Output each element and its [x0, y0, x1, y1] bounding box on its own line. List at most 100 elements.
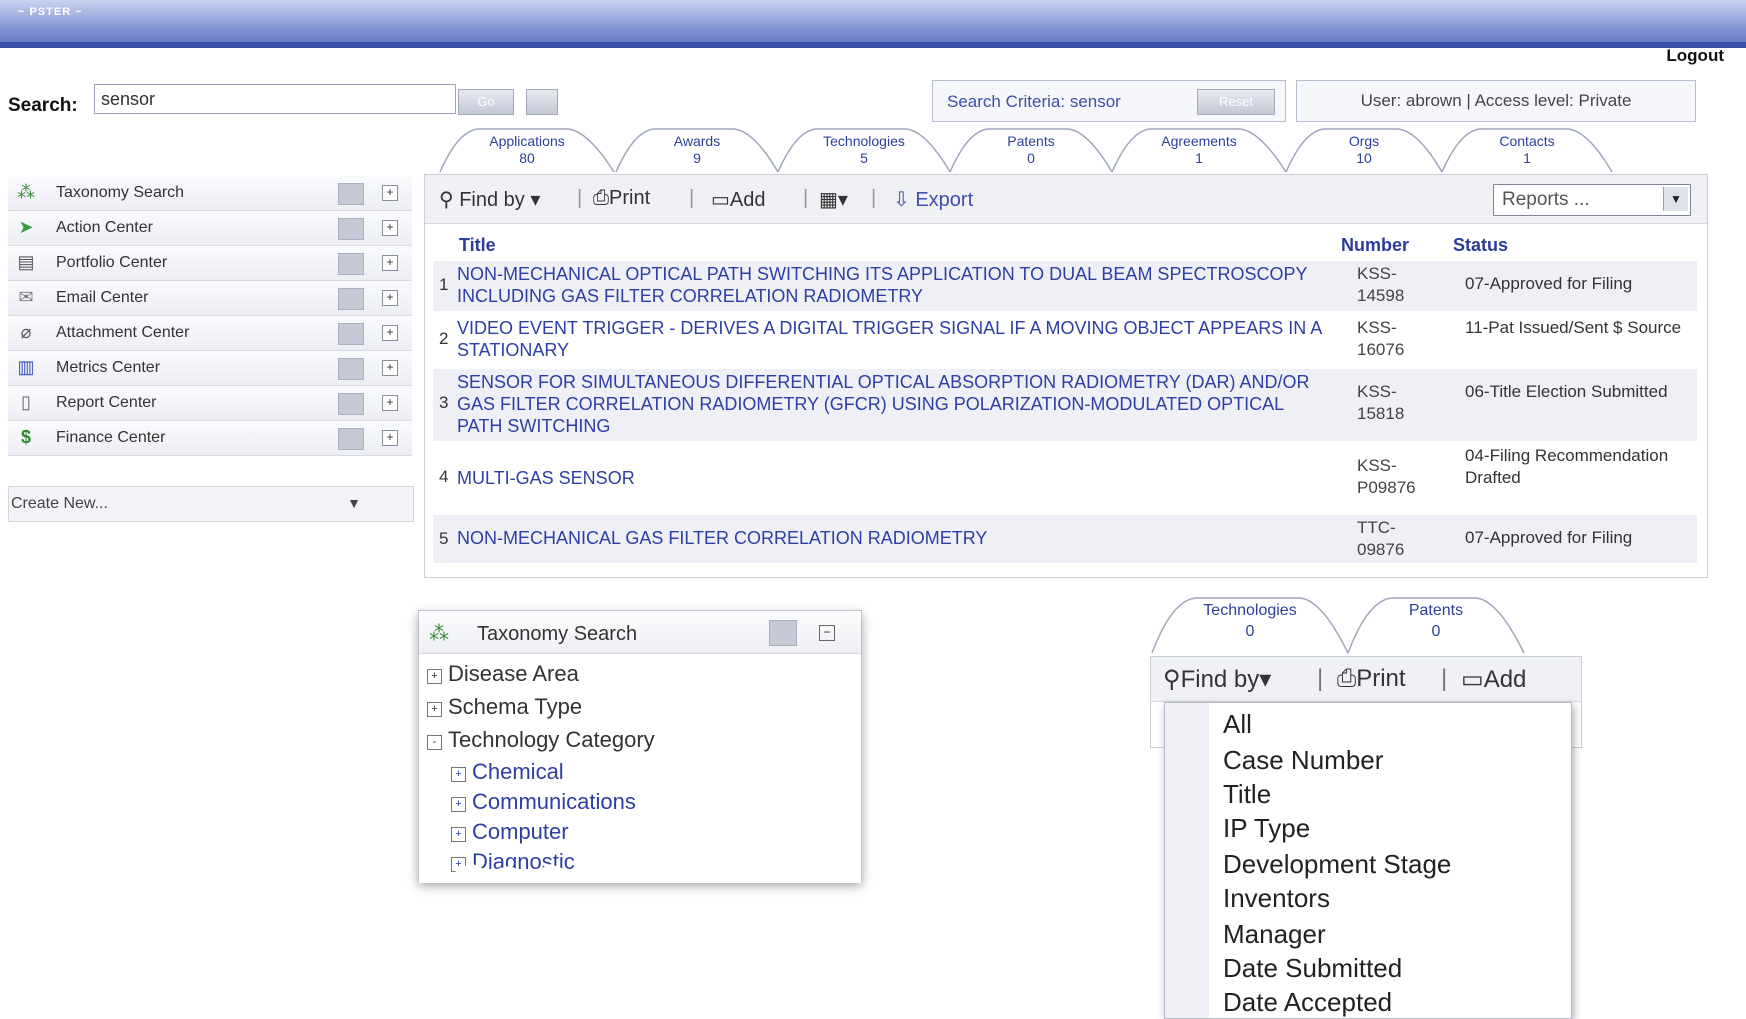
- add-label: Add: [1483, 666, 1527, 693]
- reports-select[interactable]: Reports ... ▼: [1493, 184, 1691, 216]
- expand-icon[interactable]: +: [382, 290, 398, 306]
- tab-count: 10: [1356, 150, 1372, 166]
- search-label: Search:: [8, 95, 78, 116]
- expand-icon[interactable]: +: [382, 360, 398, 376]
- expand-icon[interactable]: +: [382, 395, 398, 411]
- row-title-link[interactable]: SENSOR FOR SIMULTANEOUS DIFFERENTIAL OPT…: [457, 371, 1327, 437]
- tree-expander-icon[interactable]: +: [451, 827, 466, 842]
- taxonomy-popup-header: ⁂ Taxonomy Search −: [419, 611, 861, 654]
- tree-expander-icon[interactable]: +: [451, 797, 466, 812]
- column-header-status[interactable]: Status: [1453, 235, 1508, 256]
- tab-contacts[interactable]: Contacts 1: [1440, 125, 1614, 173]
- collapse-icon[interactable]: −: [819, 625, 835, 641]
- expand-icon[interactable]: +: [382, 220, 398, 236]
- reset-button[interactable]: Reset: [1197, 89, 1275, 115]
- sidebar-item-report-center[interactable]: ▯ Report Center +: [8, 386, 412, 421]
- column-header-title[interactable]: Title: [459, 235, 496, 256]
- row-title-link[interactable]: VIDEO EVENT TRIGGER - DERIVES A DIGITAL …: [457, 317, 1327, 361]
- help-icon[interactable]: [338, 323, 364, 345]
- tab-label: Technologies: [1203, 602, 1297, 619]
- tab-orgs[interactable]: Orgs 10: [1284, 125, 1444, 173]
- expand-icon[interactable]: +: [382, 325, 398, 341]
- sidebar-item-email-center[interactable]: ✉ Email Center +: [8, 281, 412, 316]
- find-by-button-detail[interactable]: ⚲Find by▾: [1163, 665, 1271, 694]
- table-row[interactable]: 5 NON-MECHANICAL GAS FILTER CORRELATION …: [433, 515, 1697, 563]
- menu-item-case-number[interactable]: Case Number: [1223, 743, 1383, 777]
- menu-item-all[interactable]: All: [1223, 707, 1252, 741]
- table-row[interactable]: 1 NON-MECHANICAL OPTICAL PATH SWITCHING …: [433, 261, 1697, 311]
- tree-expander-icon[interactable]: +: [427, 702, 442, 717]
- help-icon[interactable]: [338, 183, 364, 205]
- help-icon[interactable]: [338, 428, 364, 450]
- sidebar-item-finance-center[interactable]: $ Finance Center +: [8, 421, 412, 456]
- row-status: 06-Title Election Submitted: [1465, 382, 1668, 401]
- row-title-link[interactable]: NON-MECHANICAL GAS FILTER CORRELATION RA…: [457, 527, 1327, 549]
- tab-technologies[interactable]: Technologies 5: [776, 125, 952, 173]
- row-status: 07-Approved for Filing: [1465, 528, 1633, 547]
- go-button[interactable]: Go: [458, 89, 514, 115]
- help-icon[interactable]: [769, 620, 797, 646]
- menu-item-manager[interactable]: Manager: [1223, 917, 1326, 951]
- table-row[interactable]: 2 VIDEO EVENT TRIGGER - DERIVES A DIGITA…: [433, 315, 1697, 365]
- table-row[interactable]: 4 MULTI-GAS SENSOR KSS-P09876 04-Filing …: [433, 445, 1697, 511]
- print-button[interactable]: ⎙Print: [593, 187, 650, 210]
- tab-label: Patents: [1408, 602, 1464, 619]
- help-icon[interactable]: [338, 288, 364, 310]
- tab-label: Awards: [673, 133, 721, 149]
- find-by-button[interactable]: ⚲ Find by ▾: [439, 187, 540, 212]
- tab-patents-detail[interactable]: Patents 0: [1346, 594, 1526, 654]
- row-case-number: KSS-14598: [1357, 264, 1405, 305]
- tree-node-disease-area[interactable]: + Disease Area: [427, 661, 579, 687]
- tab-label: Patents: [1007, 133, 1055, 149]
- detail-toolbar: ⚲Find by▾ | ⎙Print | ▭Add: [1151, 657, 1581, 702]
- expand-icon[interactable]: +: [382, 430, 398, 446]
- sidebar-item-attachment-center[interactable]: ⌀ Attachment Center +: [8, 316, 412, 351]
- help-icon[interactable]: [338, 218, 364, 240]
- tree-expander-icon[interactable]: +: [427, 669, 442, 684]
- tree-node-computer[interactable]: + Computer: [451, 819, 569, 845]
- column-header-number[interactable]: Number: [1341, 235, 1409, 256]
- menu-item-development-stage[interactable]: Development Stage: [1223, 847, 1451, 881]
- add-icon: ▭: [1461, 666, 1484, 693]
- sidebar-item-action-center[interactable]: ➤ Action Center +: [8, 211, 412, 246]
- expand-icon[interactable]: +: [382, 255, 398, 271]
- search-input[interactable]: [94, 84, 456, 114]
- help-icon[interactable]: [338, 358, 364, 380]
- table-row[interactable]: 3 SENSOR FOR SIMULTANEOUS DIFFERENTIAL O…: [433, 369, 1697, 441]
- tab-patents[interactable]: Patents 0: [948, 125, 1114, 173]
- menu-item-title[interactable]: Title: [1223, 777, 1271, 811]
- tree-node-communications[interactable]: + Communications: [451, 789, 636, 815]
- menu-item-date-accepted[interactable]: Date Accepted: [1223, 985, 1392, 1019]
- add-button[interactable]: ▭Add: [711, 187, 766, 212]
- create-new-dropdown[interactable]: Create New... ▼: [8, 486, 414, 522]
- add-button-detail[interactable]: ▭Add: [1461, 665, 1526, 694]
- tree-node-technology-category[interactable]: - Technology Category: [427, 727, 655, 753]
- help-icon[interactable]: [338, 393, 364, 415]
- tree-node-schema-type[interactable]: + Schema Type: [427, 694, 582, 720]
- tree-expander-icon[interactable]: +: [451, 767, 466, 782]
- sidebar-item-label: Action Center: [56, 219, 153, 236]
- help-icon[interactable]: [338, 253, 364, 275]
- tab-applications[interactable]: Applications 80: [438, 125, 616, 173]
- menu-item-date-submitted[interactable]: Date Submitted: [1223, 951, 1402, 985]
- row-title-link[interactable]: NON-MECHANICAL OPTICAL PATH SWITCHING IT…: [457, 263, 1327, 307]
- export-button[interactable]: ⇩ Export: [893, 187, 973, 212]
- menu-item-inventors[interactable]: Inventors: [1223, 881, 1330, 915]
- tab-count: 80: [519, 150, 535, 166]
- tree-expander-icon[interactable]: -: [427, 735, 442, 750]
- tab-awards[interactable]: Awards 9: [614, 125, 780, 173]
- sidebar-item-taxonomy-search[interactable]: ⁂ Taxonomy Search +: [8, 176, 412, 211]
- sidebar-item-metrics-center[interactable]: ▥ Metrics Center +: [8, 351, 412, 386]
- expand-icon[interactable]: +: [382, 185, 398, 201]
- print-button-detail[interactable]: ⎙Print: [1337, 665, 1406, 693]
- export-icon: ⇩: [893, 189, 910, 211]
- copy-button[interactable]: ▦▾: [819, 187, 848, 212]
- search-help-button[interactable]: [526, 89, 558, 115]
- tree-node-chemical[interactable]: + Chemical: [451, 759, 564, 785]
- row-title-link[interactable]: MULTI-GAS SENSOR: [457, 467, 1327, 489]
- menu-item-ip-type[interactable]: IP Type: [1223, 811, 1310, 845]
- logout-link[interactable]: Logout: [1666, 46, 1724, 66]
- tab-technologies-detail[interactable]: Technologies 0: [1150, 594, 1350, 654]
- tab-agreements[interactable]: Agreements 1: [1110, 125, 1288, 173]
- sidebar-item-portfolio-center[interactable]: ▤ Portfolio Center +: [8, 246, 412, 281]
